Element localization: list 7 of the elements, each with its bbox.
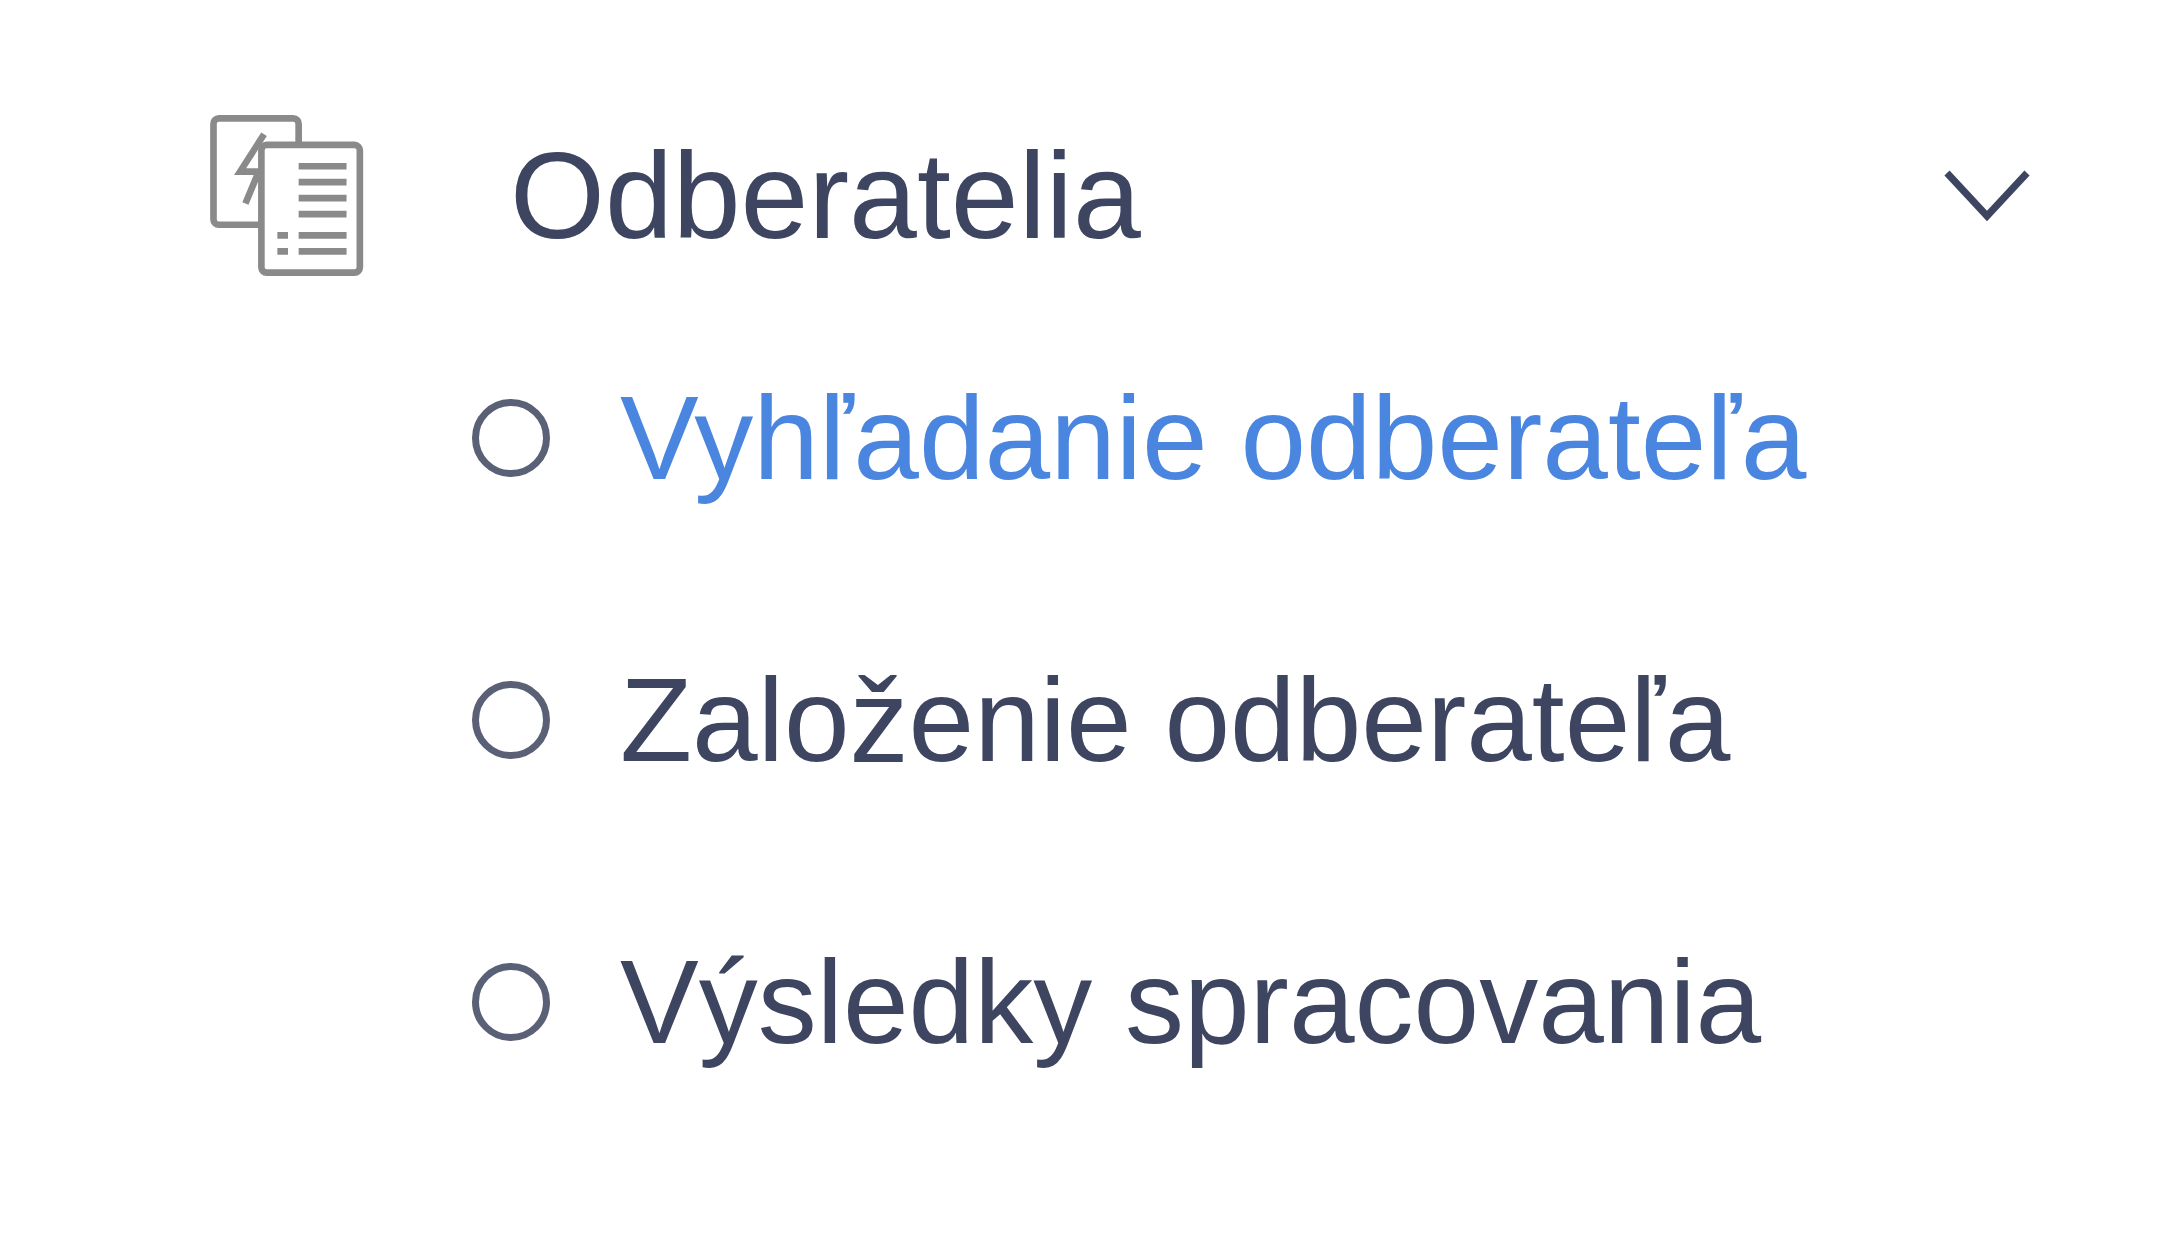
circle-icon: [472, 681, 550, 759]
circle-icon: [472, 963, 550, 1041]
menu-item[interactable]: Výsledky spracovania: [620, 934, 1762, 1070]
menu-title[interactable]: Odberatelia: [510, 125, 1942, 266]
menu-item[interactable]: Založenie odberateľa: [620, 652, 1731, 788]
circle-icon: [472, 399, 550, 477]
menu-item[interactable]: Vyhľadanie odberateľa: [620, 370, 1807, 506]
